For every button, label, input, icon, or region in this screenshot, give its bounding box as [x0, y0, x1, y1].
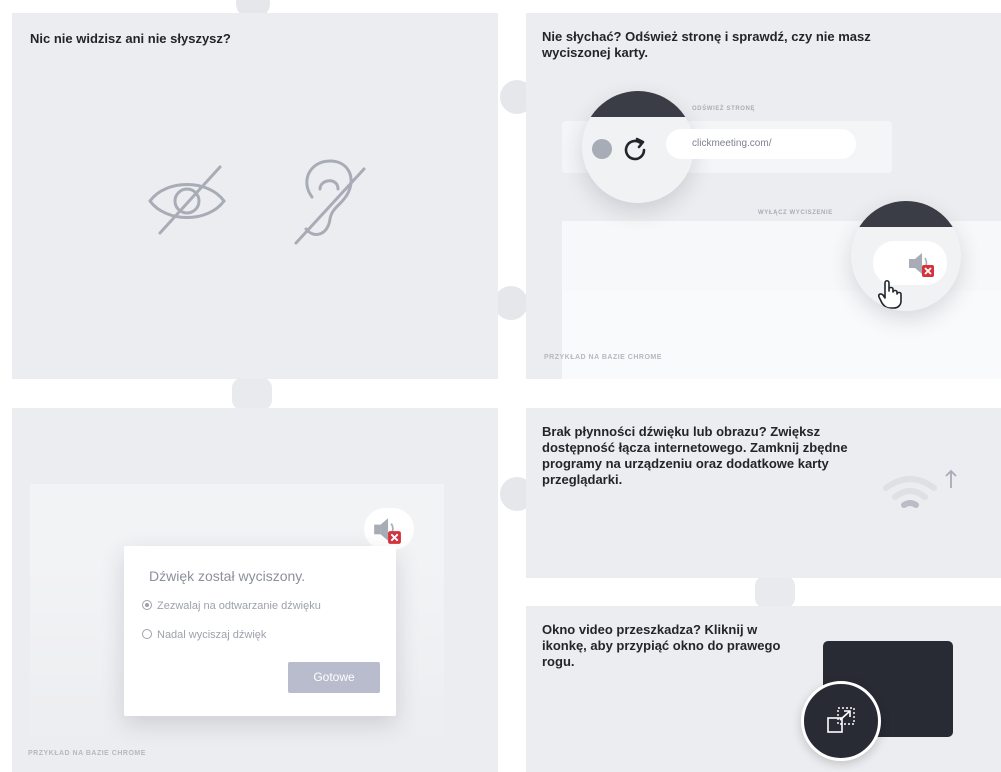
browser-content-mock: [562, 291, 1001, 379]
radio-allow-sound[interactable]: Zezwalaj na odtwarzanie dźwięku: [142, 600, 321, 612]
panel-video-window: Okno video przeszkadza? Kliknij w ikonkę…: [526, 606, 1001, 772]
hand-pointer-icon: [878, 279, 902, 309]
connector-middle-left: [232, 378, 272, 410]
tab-mute-chip[interactable]: [364, 508, 414, 550]
unmute-label: WYŁĄCZ WYCISZENIE: [758, 210, 833, 216]
radio-keep-muted[interactable]: Nadal wyciszaj dźwięk: [142, 629, 266, 641]
reload-icon[interactable]: [620, 135, 650, 165]
wifi-icon: [883, 476, 937, 508]
lens-dark-bar: [851, 201, 961, 227]
pin-to-corner-icon: [827, 707, 855, 733]
panel-heading: Nie słychać? Odśwież stronę i sprawdź, c…: [542, 29, 871, 60]
muted-speaker-icon: [909, 253, 934, 277]
panel-cant-hear: Nie słychać? Odśwież stronę i sprawdź, c…: [526, 13, 1001, 379]
radio-allow-label: Zezwalaj na odtwarzanie dźwięku: [157, 600, 321, 612]
muted-speaker-icon: [374, 518, 401, 544]
lens-dark-bar: [582, 91, 694, 117]
refresh-label: ODŚWIEŻ STRONĘ: [692, 106, 756, 112]
radio-unselected-icon[interactable]: [142, 629, 152, 639]
panel-heading: Brak płynności dźwięku lub obrazu? Zwięk…: [542, 424, 848, 487]
arrow-up-icon: [945, 469, 957, 488]
panel-no-see-hear: Nic nie widzisz ani nie słyszysz?: [12, 13, 498, 379]
example-caption: PRZYKŁAD NA BAZIE CHROME: [28, 750, 146, 757]
connector-right-mid: [494, 286, 528, 320]
panel-choppy-stream: Brak płynności dźwięku lub obrazu? Zwięk…: [526, 408, 1001, 578]
radio-selected-icon[interactable]: [142, 600, 152, 610]
dialog-title: Dźwięk został wyciszony.: [149, 568, 306, 584]
ear-slash-icon: [294, 159, 366, 245]
pin-to-corner-button[interactable]: [801, 681, 881, 761]
back-button-dot: [592, 139, 612, 159]
panel-muted-dialog: Dźwięk został wyciszony. Zezwalaj na odt…: [12, 408, 498, 772]
panel-heading: Okno video przeszkadza? Kliknij w ikonkę…: [542, 622, 781, 669]
example-caption: PRZYKŁAD NA BAZIE CHROME: [544, 354, 662, 361]
radio-keep-muted-label: Nadal wyciszaj dźwięk: [157, 629, 267, 641]
sound-muted-dialog: Dźwięk został wyciszony. Zezwalaj na odt…: [124, 546, 396, 716]
eye-slash-icon: [148, 165, 226, 235]
done-button[interactable]: Gotowe: [288, 662, 380, 693]
connector-panel-4-5: [755, 576, 795, 608]
panel-heading: Nic nie widzisz ani nie słyszysz?: [30, 31, 231, 46]
address-bar[interactable]: clickmeeting.com/: [666, 129, 856, 159]
unmute-lens: [851, 201, 961, 311]
